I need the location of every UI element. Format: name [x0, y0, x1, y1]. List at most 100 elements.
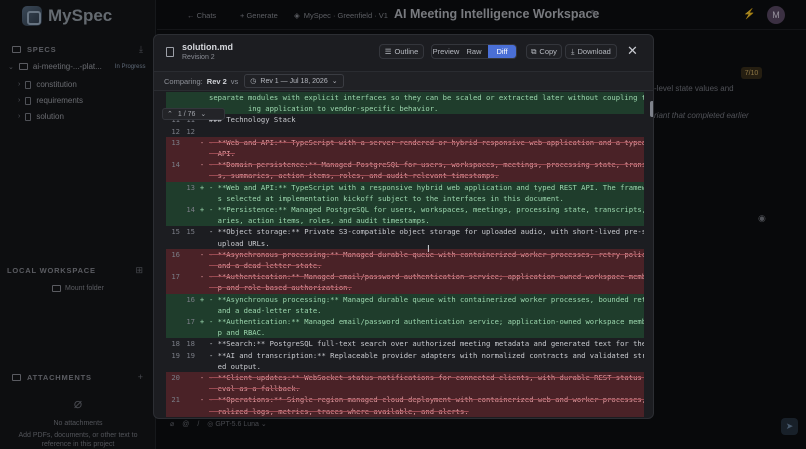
- copy-button[interactable]: ⧉ Copy: [526, 44, 562, 59]
- diff-line-text: aries, action items, roles, and audit ti…: [209, 216, 430, 226]
- diff-line-text: - **AI and transcription:** Replaceable …: [209, 350, 644, 360]
- diff-line-del: p and role-based authorization.: [166, 282, 644, 294]
- change-navigator[interactable]: ⌃ 1 / 76 ⌄: [162, 108, 225, 120]
- diff-sign: +: [199, 294, 205, 304]
- diff-line-text: p and role-based authorization.: [209, 283, 352, 293]
- line-number: [166, 294, 180, 305]
- line-number: [166, 193, 180, 204]
- diff-line-del: 17 - - **Authentication:** Managed email/p…: [166, 271, 644, 283]
- line-number: 15: [186, 227, 195, 237]
- line-number: [166, 383, 180, 394]
- chevron-down-icon[interactable]: ⌄: [200, 110, 206, 118]
- line-number: [180, 271, 195, 282]
- diff-line-text: ing application to vendor-specific behav…: [209, 104, 439, 114]
- diff-sign: [195, 350, 209, 361]
- close-icon[interactable]: ✕: [627, 43, 638, 59]
- revision-select[interactable]: ◷ Rev 1 — Jul 18, 2026 ⌄: [244, 74, 344, 88]
- line-number: 14: [171, 160, 180, 170]
- modal-header: solution.md Revision 2 ☰ Outline Preview…: [154, 35, 653, 70]
- chevron-down-icon: ⌄: [331, 78, 338, 85]
- line-number: 19: [171, 350, 180, 360]
- line-number: [180, 383, 195, 394]
- diff-line-text: - **Client updates:** WebSocket status n…: [209, 373, 644, 383]
- diff-view[interactable]: separate modules with explicit interface…: [166, 92, 644, 418]
- scrollbar[interactable]: [650, 101, 653, 117]
- line-number: [166, 182, 180, 193]
- line-number: [180, 260, 195, 271]
- diff-sign: -: [199, 160, 205, 170]
- compare-bar: Comparing: Rev 2 vs ◷ Rev 1 — Jul 18, 20…: [154, 71, 653, 91]
- modal-filename: solution.md: [182, 42, 233, 52]
- diff-sign: [195, 260, 209, 271]
- diff-line-del: 13 - - **Web and API:** TypeScript with a …: [166, 136, 644, 149]
- diff-line-del: 16- - **Asynchronous processing:** Manage…: [166, 248, 644, 261]
- line-number: 19: [186, 350, 195, 360]
- tab-preview[interactable]: Preview: [432, 45, 460, 58]
- line-number: [180, 394, 195, 405]
- line-number: 16: [186, 294, 195, 304]
- diff-line-ctx: upload URLs.: [166, 238, 644, 249]
- diff-line-text: - **Asynchronous processing:** Managed d…: [209, 294, 644, 304]
- line-number: [180, 361, 195, 372]
- diff-line-text: ed output.: [209, 361, 261, 371]
- diff-line-del: 21 - - **Operations:** Single-region manag…: [166, 394, 644, 406]
- line-number: [166, 282, 180, 293]
- tab-diff[interactable]: Diff: [488, 45, 516, 58]
- view-mode-tabs: Preview Raw Diff: [431, 44, 517, 59]
- line-number: 17: [186, 317, 195, 327]
- line-number: [180, 215, 195, 226]
- download-icon: ⤓: [571, 46, 575, 56]
- diff-line-del: eval as a fallback.: [166, 383, 644, 395]
- diff-line-add: s selected at implementation kickoff sub…: [166, 192, 644, 205]
- diff-line-add: 13 + - **Web and API:** TypeScript with a …: [166, 181, 644, 193]
- line-number: [166, 215, 180, 226]
- diff-line-del: API.: [166, 148, 644, 160]
- line-number: 15: [171, 227, 180, 237]
- diff-line-add: ing application to vendor-specific behav…: [166, 103, 644, 115]
- line-number: 18: [171, 339, 180, 349]
- diff-sign: [195, 215, 209, 226]
- diff-line-del: ralized logs, metrics, traces where avai…: [166, 405, 644, 417]
- diff-line-ctx: 1111### Technology Stack: [166, 114, 644, 125]
- line-number: 17: [171, 272, 180, 282]
- diff-line-ctx: 19 19 - **AI and transcription:** Replacea…: [166, 350, 644, 361]
- diff-line-del: s, summaries, action items, roles, and a…: [166, 170, 644, 182]
- diff-line-text: s, summaries, action items, roles, and a…: [209, 171, 499, 181]
- line-number: 12: [186, 126, 195, 136]
- diff-sign: [195, 92, 209, 103]
- diff-line-ctx: 18 18 - **Search:** PostgreSQL full-text s…: [166, 338, 644, 349]
- diff-line-ctx: 15 15 - **Object storage:** Private S3-com…: [166, 226, 644, 237]
- diff-sign: -: [199, 249, 205, 259]
- line-number: [180, 305, 195, 316]
- diff-line-text: eval as a fallback.: [209, 384, 300, 394]
- diff-sign: -: [199, 272, 205, 282]
- diff-sign: [195, 338, 209, 349]
- diff-sign: +: [199, 205, 205, 215]
- diff-line-text: - **Operations:** Single-region managed …: [209, 395, 644, 405]
- diff-sign: +: [199, 317, 205, 327]
- line-number: 12: [171, 126, 180, 136]
- clock-icon: ◷: [250, 78, 257, 85]
- line-number: [180, 193, 195, 204]
- line-number: [166, 327, 180, 338]
- chevron-up-icon[interactable]: ⌃: [167, 110, 173, 118]
- diff-line-text: - **Object storage:** Private S3-compati…: [209, 227, 644, 237]
- diff-line-del: 14 - - **Domain persistence:** Managed Pos…: [166, 159, 644, 171]
- line-number: 21: [171, 395, 180, 405]
- diff-sign: -: [199, 137, 205, 147]
- diff-sign: [195, 226, 209, 237]
- outline-button[interactable]: ☰ Outline: [379, 44, 424, 59]
- line-number: [166, 92, 180, 103]
- line-number: [180, 406, 195, 417]
- line-number: [166, 361, 180, 372]
- line-number: [166, 148, 180, 159]
- diff-line-ctx: 12 12: [166, 126, 644, 137]
- tab-raw[interactable]: Raw: [460, 45, 488, 58]
- current-revision: Rev 2: [206, 76, 227, 86]
- diff-line-add: p and RBAC.: [166, 327, 644, 339]
- diff-sign: [195, 148, 209, 159]
- download-button[interactable]: ⤓ Download: [565, 44, 617, 59]
- diff-line-add: 17 + - **Authentication:** Managed email/p…: [166, 316, 644, 328]
- line-number: [180, 372, 195, 383]
- line-number: [180, 282, 195, 293]
